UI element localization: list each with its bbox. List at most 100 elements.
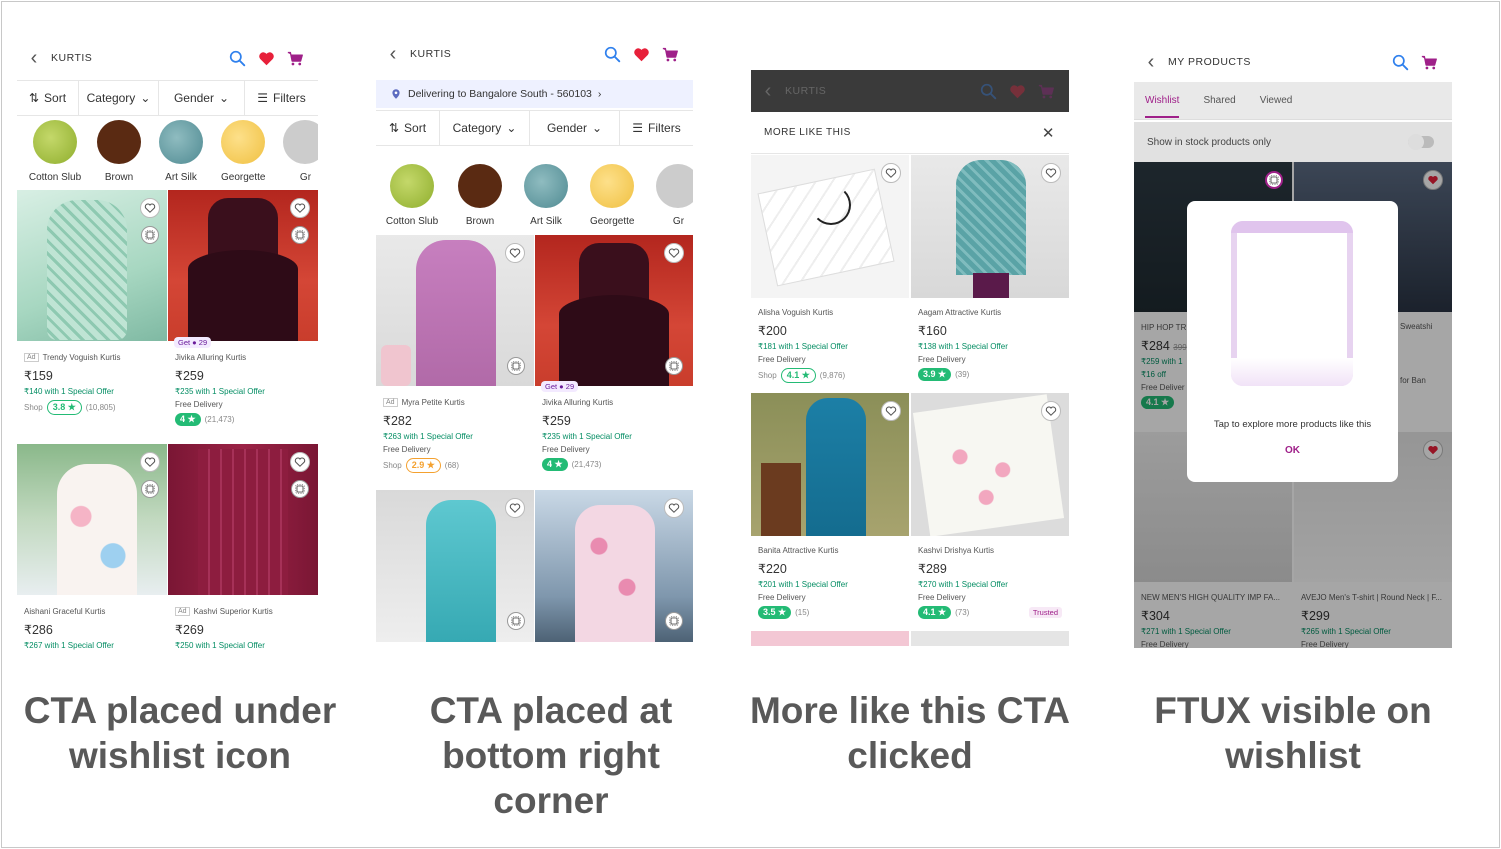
filters-button[interactable]: ☰ Filters <box>245 81 318 115</box>
tab-shared[interactable]: Shared <box>1203 95 1235 106</box>
chip-swatch <box>390 164 434 208</box>
product-card[interactable]: Get ● 29 Jivika Alluring Kurtis ₹259 ₹23… <box>535 235 693 487</box>
product-card[interactable]: Aagam Attractive Kurtis ₹160 ₹138 with 1… <box>911 155 1069 391</box>
tab-viewed[interactable]: Viewed <box>1260 95 1293 106</box>
search-icon[interactable] <box>604 46 621 63</box>
chip-cotton-slub[interactable]: Cotton Slub <box>386 160 438 236</box>
similar-products-icon[interactable] <box>665 612 683 630</box>
similar-products-icon[interactable] <box>291 226 309 244</box>
chip-cotton-slub[interactable]: Cotton Slub <box>29 116 81 192</box>
heart-icon[interactable] <box>633 46 650 63</box>
chip-label: Georgette <box>221 172 266 183</box>
chevron-down-icon: ⌄ <box>506 121 517 135</box>
in-stock-toggle[interactable] <box>1408 134 1434 150</box>
chip-brown[interactable]: Brown <box>458 160 502 236</box>
product-card[interactable]: Banita Attractive Kurtis ₹220 ₹201 with … <box>751 393 909 629</box>
ad-tag: Ad <box>24 352 39 362</box>
special-offer: ₹263 with 1 Special Offer <box>383 432 473 441</box>
filters-button[interactable]: ☰ Filters <box>620 111 693 145</box>
chip-brown[interactable]: Brown <box>97 116 141 192</box>
wishlist-heart-icon[interactable] <box>140 452 160 472</box>
gender-dropdown[interactable]: Gender ⌄ <box>159 81 245 115</box>
screen-cta-bottom-right: ‹ KURTIS Delivering to Bangalore South -… <box>376 36 693 642</box>
sort-button[interactable]: ⇅ Sort <box>376 111 440 145</box>
search-icon[interactable] <box>1392 54 1409 71</box>
close-icon[interactable]: ✕ <box>1042 124 1055 142</box>
chip-georgette[interactable]: Georgette <box>590 160 634 236</box>
product-card[interactable]: Ad Kashvi Superior Kurtis ₹269 ₹250 with … <box>168 444 318 652</box>
product-name: Jivika Alluring Kurtis <box>542 397 614 407</box>
product-card[interactable]: Ad Myra Petite Kurtis ₹282 ₹263 with 1 Sp… <box>376 235 534 487</box>
delivery-location-bar[interactable]: Delivering to Bangalore South - 560103 › <box>376 80 693 108</box>
similar-products-icon[interactable] <box>291 480 309 498</box>
filter-icon: ☰ <box>257 91 269 105</box>
category-dropdown[interactable]: Category ⌄ <box>440 111 530 145</box>
sort-label: Sort <box>44 91 67 105</box>
cart-icon[interactable] <box>287 50 304 67</box>
heart-icon[interactable] <box>258 50 275 67</box>
wishlist-heart-icon[interactable] <box>505 243 525 263</box>
caption-line: FTUX visible on <box>1154 690 1432 731</box>
product-name: Aagam Attractive Kurtis <box>918 307 1002 317</box>
free-delivery: Free Delivery <box>758 593 806 602</box>
gender-dropdown[interactable]: Gender ⌄ <box>530 111 620 145</box>
sort-button[interactable]: ⇅ Sort <box>17 81 79 115</box>
cart-icon[interactable] <box>662 46 679 63</box>
chip-art-silk[interactable]: Art Silk <box>159 116 203 192</box>
product-card[interactable]: Ad Trendy Voguish Kurtis ₹159 ₹140 with 1… <box>17 190 167 442</box>
fabric-chips: Cotton Slub Brown Art Silk Georgette Gr <box>376 160 693 236</box>
product-card[interactable]: Kashvi Drishya Kurtis ₹289 ₹270 with 1 S… <box>911 393 1069 629</box>
product-name: Banita Attractive Kurtis <box>758 545 839 555</box>
category-dropdown[interactable]: Category ⌄ <box>79 81 159 115</box>
rating-badge: 3.8 ★ <box>46 400 82 415</box>
back-chevron-icon[interactable]: ‹ <box>376 43 410 66</box>
product-card[interactable]: Alisha Voguish Kurtis ₹200 ₹181 with 1 S… <box>751 155 909 391</box>
similar-products-icon[interactable] <box>507 612 525 630</box>
similar-products-icon[interactable] <box>141 480 159 498</box>
wishlist-heart-icon[interactable] <box>664 243 684 263</box>
wishlist-heart-icon[interactable] <box>1041 401 1061 421</box>
product-card[interactable]: Aishani Graceful Kurtis ₹286 ₹267 with 1… <box>17 444 167 652</box>
similar-products-icon[interactable] <box>665 357 683 375</box>
wishlist-heart-icon[interactable] <box>881 163 901 183</box>
product-card[interactable]: Get ● 29 Jivika Alluring Kurtis ₹259 ₹23… <box>168 190 318 442</box>
filter-bar: ⇅ Sort Category ⌄ Gender ⌄ ☰ Filters <box>376 110 693 146</box>
product-card[interactable] <box>376 490 534 642</box>
wishlist-heart-icon[interactable] <box>140 198 160 218</box>
special-offer: ₹138 with 1 Special Offer <box>918 342 1008 351</box>
wishlist-heart-icon[interactable] <box>664 498 684 518</box>
caption-line: wishlist icon <box>68 735 292 776</box>
chip-art-silk[interactable]: Art Silk <box>524 160 568 236</box>
product-card[interactable] <box>535 490 693 642</box>
review-count: (9,876) <box>819 371 846 380</box>
caption-line: CTA placed under <box>23 690 337 731</box>
chip-label: Gr <box>672 216 685 227</box>
wishlist-heart-icon[interactable] <box>1041 163 1061 183</box>
chip-more[interactable]: Gr <box>656 160 693 236</box>
similar-products-icon[interactable] <box>141 226 159 244</box>
fabric-chips: Cotton Slub Brown Art Silk Georgette Gr <box>17 116 318 192</box>
wishlist-heart-icon[interactable] <box>505 498 525 518</box>
product-price: ₹269 <box>175 623 204 637</box>
ad-tag: Ad <box>175 606 190 616</box>
special-offer: ₹267 with 1 Special Offer <box>24 641 114 650</box>
similar-products-icon[interactable] <box>507 357 525 375</box>
product-price: ₹286 <box>24 623 53 637</box>
page-title: MY PRODUCTS <box>1168 56 1251 68</box>
similar-products-icon[interactable] <box>1265 171 1283 189</box>
special-offer: ₹140 with 1 Special Offer <box>24 387 114 396</box>
back-chevron-icon[interactable]: ‹ <box>17 47 51 70</box>
chip-more[interactable]: Gr <box>283 116 318 192</box>
caption-panel-4: FTUX visible on wishlist <box>1120 688 1466 778</box>
chip-georgette[interactable]: Georgette <box>221 116 265 192</box>
free-delivery: Free Delivery <box>918 355 966 364</box>
tab-wishlist[interactable]: Wishlist <box>1145 83 1180 118</box>
search-icon[interactable] <box>229 50 246 67</box>
ftux-ok-button[interactable]: OK <box>1187 445 1398 456</box>
wishlist-heart-icon[interactable] <box>881 401 901 421</box>
cart-icon[interactable] <box>1421 54 1438 71</box>
wishlist-heart-icon[interactable] <box>290 198 310 218</box>
special-offer: ₹270 with 1 Special Offer <box>918 580 1008 589</box>
back-chevron-icon[interactable]: ‹ <box>1134 51 1168 74</box>
wishlist-heart-icon[interactable] <box>290 452 310 472</box>
